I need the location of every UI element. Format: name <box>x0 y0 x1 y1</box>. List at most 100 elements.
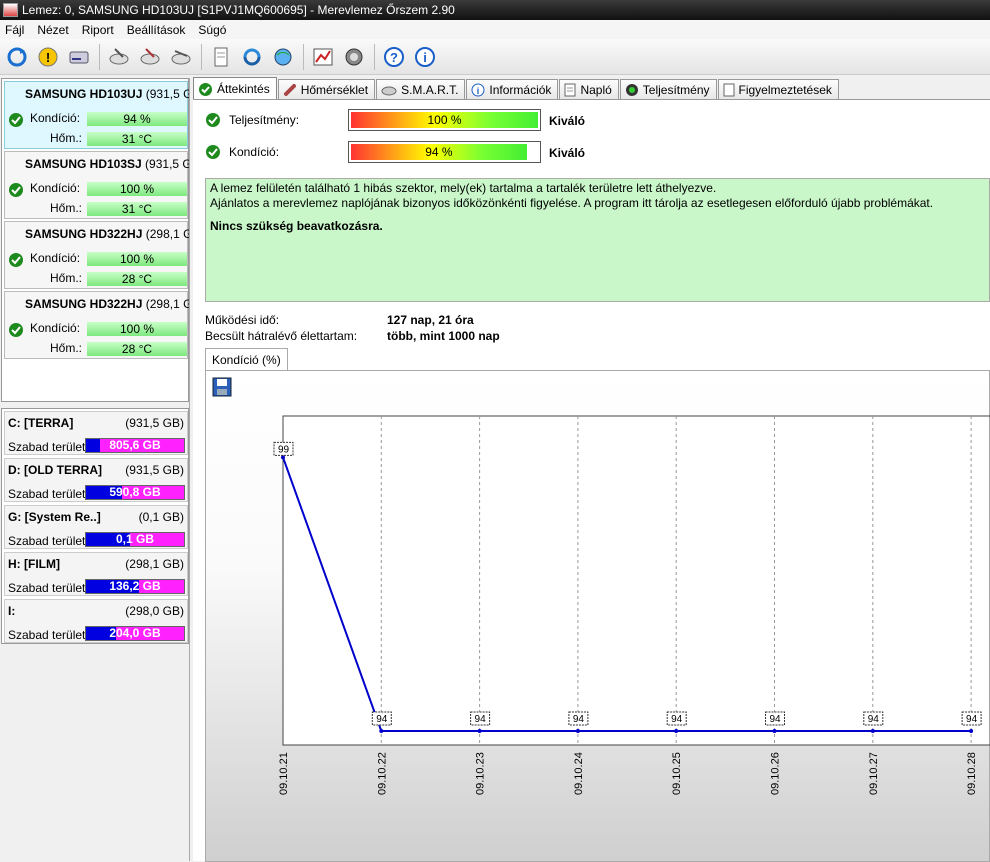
x-tick-label: 09.10.27 <box>868 752 880 795</box>
disk-name: SAMSUNG HD103SJ (931,5 GB) <box>25 157 189 171</box>
menu-file[interactable]: Fájl <box>0 23 32 37</box>
volume-item[interactable]: C: [TERRA] (931,5 GB) Szabad terület 805… <box>4 411 188 455</box>
recycle-icon[interactable] <box>239 44 265 70</box>
condition-label: Kondíció: <box>30 321 81 335</box>
message-conclusion: Nincs szükség beavatkozásra. <box>210 219 383 233</box>
tab-performance[interactable]: Teljesítmény <box>619 79 717 100</box>
free-space-value: 805,6 GB <box>109 438 161 452</box>
help-icon[interactable]: ? <box>381 44 407 70</box>
disk-name: SAMSUNG HD322HJ (298,1 GB) <box>25 297 189 311</box>
tab-label: Napló <box>580 83 612 97</box>
data-point <box>379 729 384 734</box>
temperature-bar: 28 °C <box>87 272 187 286</box>
volume-name: G: [System Re..] <box>8 510 101 524</box>
svg-text:94: 94 <box>573 714 585 725</box>
info-icon[interactable]: i <box>412 44 438 70</box>
condition-label: Kondíció: <box>30 251 81 265</box>
condition-row: Kondíció: <box>205 144 279 160</box>
x-tick-label: 09.10.24 <box>573 752 585 795</box>
svg-text:!: ! <box>46 50 50 65</box>
disk-tool2-icon[interactable] <box>137 44 163 70</box>
speaker-icon[interactable] <box>341 44 367 70</box>
tab-warnings[interactable]: Figyelmeztetések <box>717 79 839 100</box>
performance-result: Kiváló <box>549 114 586 128</box>
data-point <box>477 729 482 734</box>
disk-tool3-icon[interactable] <box>168 44 194 70</box>
free-space-bar: 136,2 GB <box>85 579 185 594</box>
temperature-label: Hőm.: <box>50 201 83 215</box>
title-bar: Lemez: 0, SAMSUNG HD103UJ [S1PVJ1MQ60069… <box>0 0 990 20</box>
document-icon[interactable] <box>208 44 234 70</box>
volume-item[interactable]: I: (298,0 GB) Szabad terület 204,0 GB <box>4 599 188 643</box>
data-point <box>772 729 777 734</box>
svg-text:i: i <box>477 86 480 96</box>
refresh-icon[interactable] <box>4 44 30 70</box>
condition-result: Kiváló <box>549 146 586 160</box>
uptime-value: 127 nap, 21 óra <box>387 313 474 327</box>
data-label: 94 <box>470 711 491 726</box>
disk-icon[interactable] <box>66 44 92 70</box>
check-icon <box>199 82 212 96</box>
disk-item[interactable]: SAMSUNG HD103UJ (931,5 GB) Kondíció: 94 … <box>4 81 189 149</box>
lifetime-label: Becsült hátralévő élettartam: <box>205 329 358 343</box>
tab-temperature[interactable]: Hőmérséklet <box>277 79 376 100</box>
menu-help[interactable]: Súgó <box>193 23 234 37</box>
check-icon <box>9 253 23 267</box>
menu-settings[interactable]: Beállítások <box>122 23 194 37</box>
disk-item[interactable]: SAMSUNG HD322HJ (298,1 GB) Kondíció: 100… <box>4 291 189 359</box>
volume-size: (298,1 GB) <box>125 557 184 571</box>
tab-log[interactable]: Napló <box>559 79 619 100</box>
volume-name: D: [OLD TERRA] <box>8 463 102 477</box>
tab-info[interactable]: i Információk <box>466 79 559 100</box>
menu-report[interactable]: Riport <box>77 23 122 37</box>
menu-view[interactable]: Nézet <box>32 23 76 37</box>
toolbar-separator <box>201 43 202 70</box>
volume-size: (298,0 GB) <box>125 604 184 618</box>
svg-text:94: 94 <box>671 714 683 725</box>
free-space-label: Szabad terület <box>8 628 86 642</box>
overview-panel: Teljesítmény: 100 % Kiváló Kondíció: 94 … <box>193 99 990 862</box>
chart-tab-condition[interactable]: Kondíció (%) <box>205 348 288 371</box>
check-icon <box>206 113 220 127</box>
free-space-value: 590,8 GB <box>109 485 161 499</box>
volume-item[interactable]: H: [FILM] (298,1 GB) Szabad terület 136,… <box>4 552 188 596</box>
toolbar-separator <box>303 43 304 70</box>
condition-bar: 100 % <box>87 182 187 196</box>
volume-item[interactable]: G: [System Re..] (0,1 GB) Szabad terület… <box>4 505 188 549</box>
network-icon[interactable] <box>270 44 296 70</box>
volume-size: (0,1 GB) <box>138 510 184 524</box>
temperature-bar: 31 °C <box>87 132 187 146</box>
check-icon <box>206 145 220 159</box>
free-space-value: 136,2 GB <box>109 579 161 593</box>
check-icon <box>9 183 23 197</box>
x-tick-label: 09.10.21 <box>278 752 290 795</box>
document-icon <box>564 83 576 97</box>
tab-overview[interactable]: Áttekintés <box>193 77 277 100</box>
tab-smart[interactable]: S.M.A.R.T. <box>376 79 466 100</box>
tab-label: Áttekintés <box>217 82 270 96</box>
free-space-bar: 805,6 GB <box>85 438 185 453</box>
volume-name: H: [FILM] <box>8 557 60 571</box>
volume-item[interactable]: D: [OLD TERRA] (931,5 GB) Szabad terület… <box>4 458 188 502</box>
chart-edit-icon[interactable] <box>310 44 336 70</box>
data-label: 94 <box>961 711 982 726</box>
message-line: Ajánlatos a merevlemez naplójának bizony… <box>210 196 934 210</box>
free-space-bar: 204,0 GB <box>85 626 185 641</box>
info-icon: i <box>471 83 485 97</box>
x-tick-label: 09.10.25 <box>671 752 683 795</box>
disk-item[interactable]: SAMSUNG HD322HJ (298,1 GB) Kondíció: 100… <box>4 221 189 289</box>
data-label: 94 <box>863 711 884 726</box>
disk-list: SAMSUNG HD103UJ (931,5 GB) Kondíció: 94 … <box>1 78 189 402</box>
app-icon <box>3 3 18 17</box>
svg-text:?: ? <box>390 50 398 65</box>
toolbar: ! ? i <box>0 39 990 75</box>
data-label: 94 <box>568 711 589 726</box>
volume-name: I: <box>8 604 16 618</box>
toolbar-separator <box>99 43 100 70</box>
disk-item[interactable]: SAMSUNG HD103SJ (931,5 GB) Kondíció: 100… <box>4 151 189 219</box>
window-title: Lemez: 0, SAMSUNG HD103UJ [S1PVJ1MQ60069… <box>22 3 455 17</box>
svg-text:94: 94 <box>966 714 978 725</box>
message-line: A lemez felületén található 1 hibás szek… <box>210 181 717 195</box>
disk-tool-icon[interactable] <box>106 44 132 70</box>
warning-icon[interactable]: ! <box>35 44 61 70</box>
